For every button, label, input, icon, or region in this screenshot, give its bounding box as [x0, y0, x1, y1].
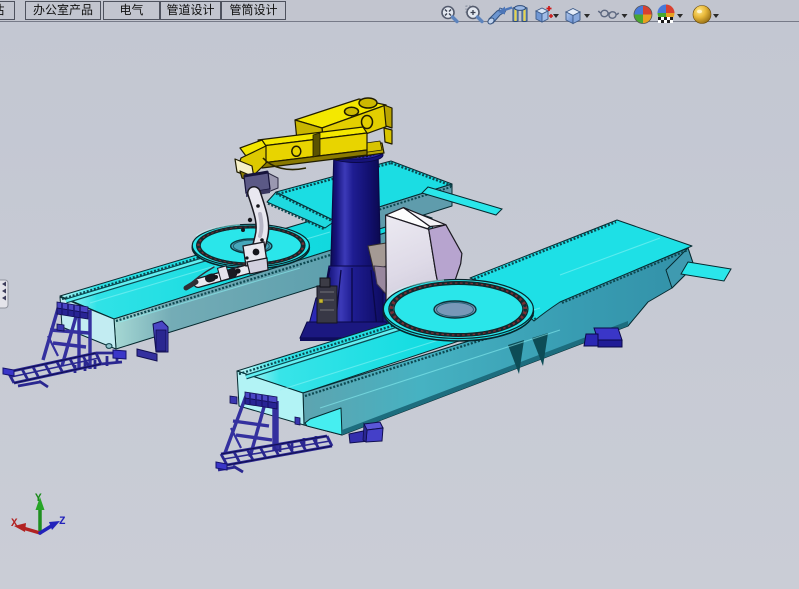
svg-text:Y: Y	[35, 493, 42, 505]
svg-text:X: X	[11, 518, 18, 530]
svg-text:Z: Z	[59, 516, 66, 528]
